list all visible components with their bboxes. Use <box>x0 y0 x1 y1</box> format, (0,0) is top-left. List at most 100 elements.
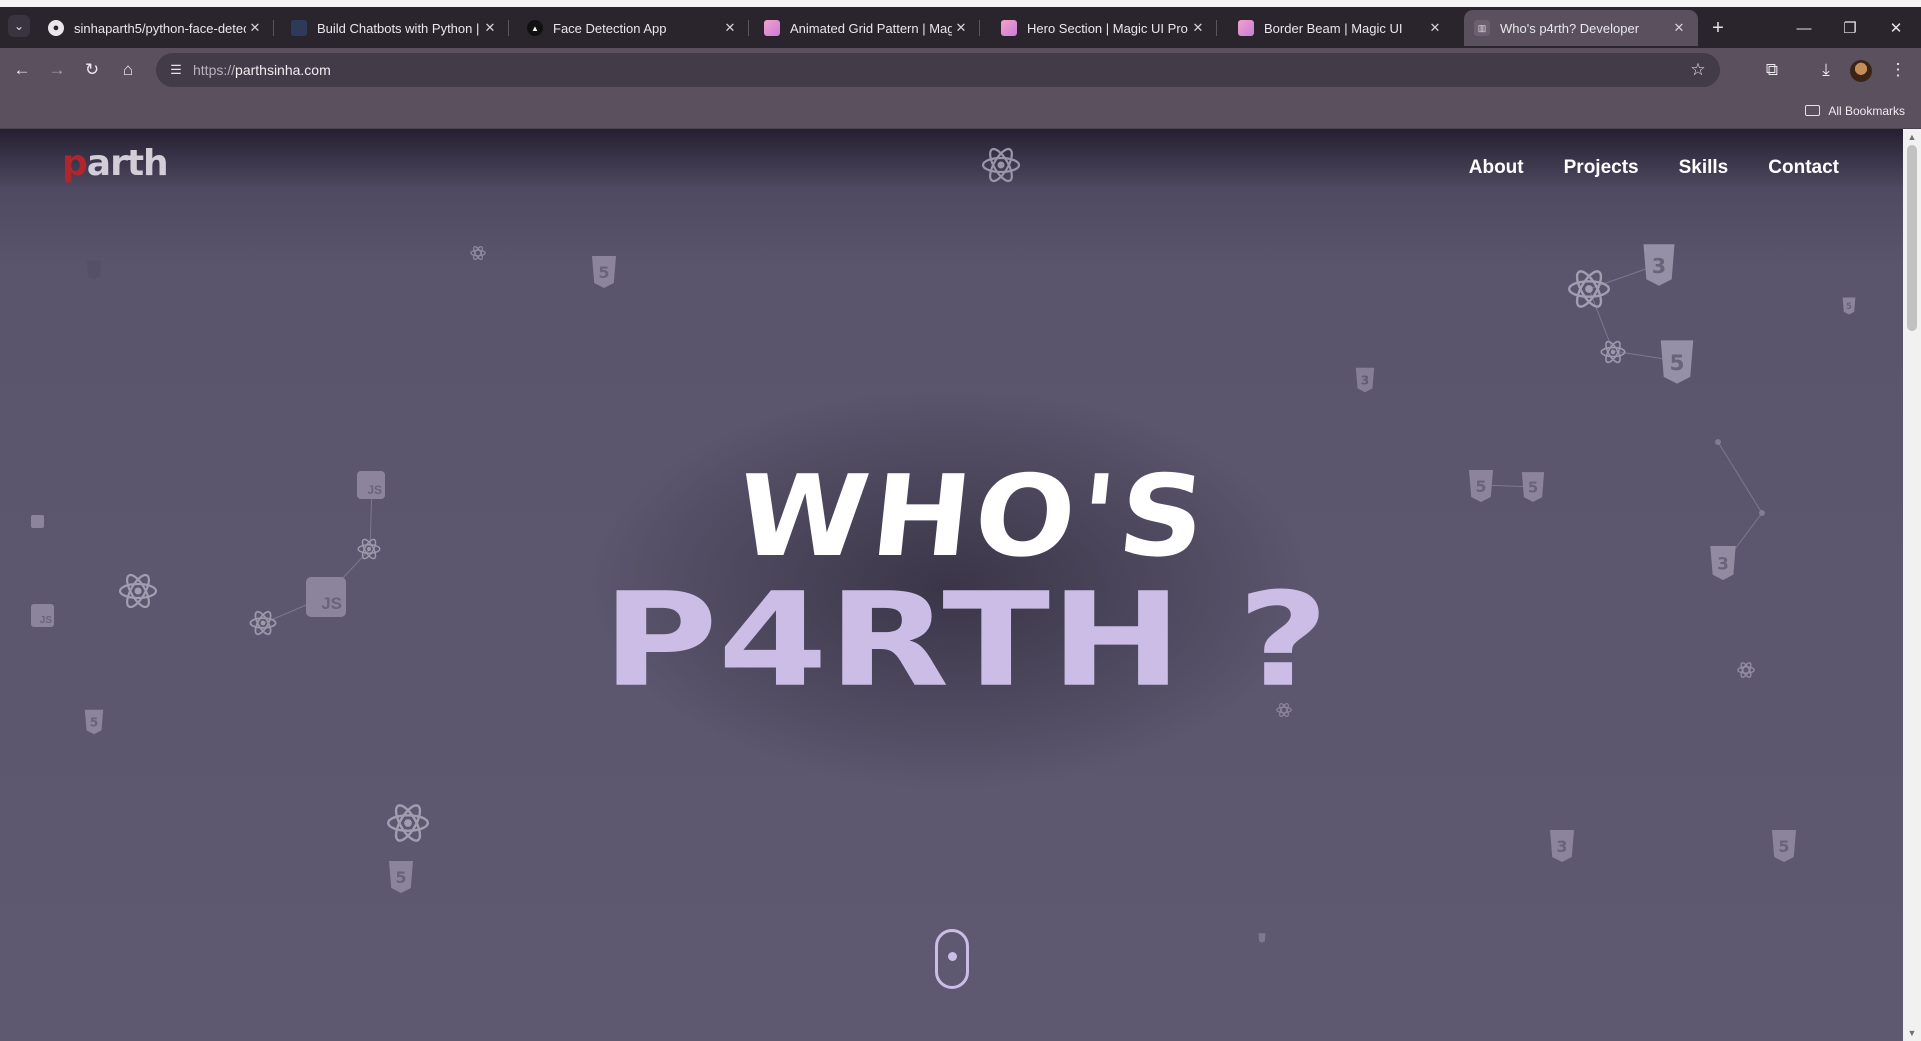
back-button[interactable]: ← <box>8 56 36 84</box>
tab-search-button[interactable]: ⌄ <box>8 15 30 37</box>
address-bar[interactable]: ☰ https://parthsinha.com ☆ <box>156 53 1720 87</box>
new-tab-button[interactable]: + <box>1705 16 1731 42</box>
react-icon <box>357 538 381 560</box>
nav-contact[interactable]: Contact <box>1768 157 1839 179</box>
home-button[interactable]: ⌂ <box>114 56 142 84</box>
magicui-icon <box>1238 20 1254 36</box>
url-text[interactable]: https://parthsinha.com <box>193 53 331 87</box>
course-icon <box>291 20 307 36</box>
html5-icon: 5 <box>1469 470 1493 502</box>
nav-skills[interactable]: Skills <box>1679 157 1729 179</box>
javascript-icon: JS <box>357 471 385 499</box>
svg-text:3: 3 <box>1556 837 1567 856</box>
menu-kebab-icon[interactable]: ⋮ <box>1884 56 1912 84</box>
site-logo[interactable]: parth <box>62 143 169 184</box>
svg-text:3: 3 <box>1652 254 1666 278</box>
close-icon[interactable]: ✕ <box>1670 20 1688 36</box>
scroll-wheel-dot <box>948 952 957 961</box>
reload-button[interactable]: ↻ <box>78 56 106 84</box>
page-viewport: parth About Projects Skills Contact 5 3 … <box>0 129 1903 1041</box>
tab-chatbots[interactable]: Build Chatbots with Python | Co ✕ <box>281 10 509 46</box>
nav-about[interactable]: About <box>1469 157 1524 179</box>
close-icon[interactable]: ✕ <box>246 20 264 36</box>
react-icon <box>1600 340 1626 364</box>
javascript-icon <box>31 515 44 528</box>
tab-face-detection[interactable]: ▲ Face Detection App ✕ <box>517 10 749 46</box>
forward-button[interactable]: → <box>43 56 71 84</box>
react-icon <box>470 246 486 260</box>
tab-portfolio-active[interactable]: ▥ Who's p4rth? Developer ✕ <box>1464 10 1698 46</box>
svg-text:5: 5 <box>1778 837 1789 856</box>
css3-icon: 3 <box>1710 546 1736 580</box>
nav-projects[interactable]: Projects <box>1564 157 1639 179</box>
bookmarks-bar: All Bookmarks <box>0 93 1921 129</box>
all-bookmarks-label: All Bookmarks <box>1828 103 1905 118</box>
svg-text:5: 5 <box>598 263 609 282</box>
html5-icon: 5 <box>389 861 413 893</box>
window-close-button[interactable]: ✕ <box>1876 16 1916 42</box>
scroll-up-arrow[interactable]: ▲ <box>1903 129 1921 145</box>
download-icon[interactable]: ⤓ <box>1812 56 1840 84</box>
svg-text:5: 5 <box>1475 477 1486 496</box>
svg-text:5: 5 <box>90 716 99 730</box>
scroll-down-arrow[interactable]: ▼ <box>1903 1025 1921 1041</box>
all-bookmarks-button[interactable]: All Bookmarks <box>1805 93 1905 128</box>
tab-animated-grid[interactable]: Animated Grid Pattern | Magic U ✕ <box>754 10 980 46</box>
html5-icon <box>1258 933 1266 943</box>
window-top-edge <box>0 0 1921 7</box>
logo-text: arth <box>86 143 169 184</box>
close-icon[interactable]: ✕ <box>1189 20 1207 36</box>
html5-icon: 5 <box>1521 472 1545 502</box>
svg-text:5: 5 <box>1528 479 1538 497</box>
tab-border-beam[interactable]: Border Beam | Magic UI ✕ <box>1228 10 1454 46</box>
tab-github[interactable]: ● sinhaparth5/python-face-detec ✕ <box>38 10 274 46</box>
react-icon <box>118 573 158 609</box>
tab-strip: ⌄ ● sinhaparth5/python-face-detec ✕ Buil… <box>0 7 1921 48</box>
svg-text:3: 3 <box>1717 553 1729 573</box>
javascript-icon: JS <box>31 604 54 627</box>
css3-icon: 3 <box>1355 367 1375 393</box>
close-icon[interactable]: ✕ <box>952 20 970 36</box>
hero-title-line2: P4RTH ? <box>602 565 1329 716</box>
javascript-icon: JS <box>306 577 346 617</box>
svg-text:5: 5 <box>1846 301 1852 311</box>
html5-icon: 5 <box>1772 830 1796 862</box>
close-icon[interactable]: ✕ <box>481 20 499 36</box>
html5-icon: 5 <box>1842 297 1856 315</box>
mouse-scroll-icon[interactable] <box>935 929 969 989</box>
page-scrollbar[interactable]: ▲ ▼ <box>1903 129 1921 1041</box>
react-icon <box>386 804 430 842</box>
html5-icon: 5 <box>1660 340 1694 384</box>
svg-text:5: 5 <box>395 868 406 887</box>
github-icon: ● <box>48 20 64 36</box>
site-icon: ▥ <box>1474 20 1490 36</box>
profile-avatar[interactable] <box>1850 60 1872 82</box>
html5-icon: 5 <box>592 256 616 288</box>
close-icon[interactable]: ✕ <box>1426 20 1444 36</box>
extensions-icon[interactable]: ⧉ <box>1758 56 1786 84</box>
close-icon[interactable]: ✕ <box>721 20 739 36</box>
triangle-icon: ▲ <box>527 20 543 36</box>
html5-icon: 5 <box>84 709 104 735</box>
html5-icon <box>86 260 102 280</box>
css3-icon: 3 <box>1643 244 1675 286</box>
svg-text:5: 5 <box>1669 351 1684 376</box>
tab-title: Border Beam | Magic UI <box>1264 20 1403 36</box>
minimize-button[interactable]: — <box>1784 16 1824 42</box>
tab-title: Who's p4rth? Developer <box>1500 20 1640 36</box>
url-scheme: https:// <box>193 62 236 78</box>
tab-title: Build Chatbots with Python | Co <box>317 20 481 36</box>
restore-button[interactable]: ❐ <box>1830 16 1870 42</box>
react-icon <box>981 147 1021 183</box>
scrollbar-thumb[interactable] <box>1907 145 1917 331</box>
folder-icon <box>1805 105 1821 116</box>
tab-hero-section[interactable]: Hero Section | Magic UI Pro ✕ <box>991 10 1217 46</box>
svg-text:3: 3 <box>1361 374 1370 388</box>
react-icon <box>249 610 277 636</box>
react-icon <box>1567 270 1611 308</box>
bookmark-star-icon[interactable]: ☆ <box>1686 58 1710 82</box>
url-host: parthsinha.com <box>235 62 331 78</box>
site-info-icon[interactable]: ☰ <box>166 60 186 80</box>
tab-title: sinhaparth5/python-face-detec <box>74 20 246 36</box>
tab-title: Face Detection App <box>553 20 667 36</box>
